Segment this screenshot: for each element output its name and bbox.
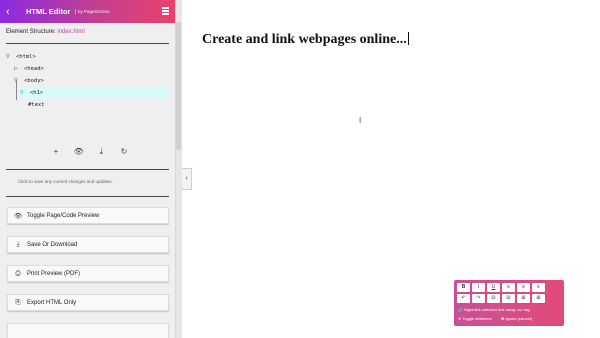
printer-icon: ⎙ [15, 269, 21, 277]
toggle-attributes-label: Toggle attributes [462, 316, 492, 321]
table-button[interactable]: ⊞ [532, 294, 545, 303]
toggle-preview-button[interactable]: 👁 Toggle Page/Code Preview [7, 207, 169, 224]
undo-button[interactable]: ↶ [457, 294, 470, 303]
sidebar: ‹ HTML Editor | by PageSection Element S… [0, 0, 176, 338]
current-file-name[interactable]: index.html [57, 29, 84, 35]
button-label: Export HTML Only [27, 299, 77, 306]
element-structure-label: Element Structure: [6, 29, 56, 35]
title-separator: | [74, 8, 77, 15]
menu-icon[interactable] [162, 7, 169, 15]
sidebar-scrollbar[interactable] [176, 22, 181, 150]
ignore-option[interactable]: ✖ Ignore (cancel) [501, 316, 532, 321]
button-label: Save Or Download [27, 241, 78, 248]
italic-button[interactable]: I [472, 283, 485, 292]
app-byline: by PageSection [78, 9, 110, 14]
image-button[interactable]: ⊞ [517, 294, 530, 303]
text-cursor-icon: I [359, 116, 362, 125]
app-title: HTML Editor [26, 7, 71, 16]
save-hint: Click to save any current changes and up… [18, 179, 113, 184]
redo-button[interactable]: ↷ [472, 294, 485, 303]
export-icon: ⎘ [15, 298, 21, 306]
editor-header: ‹ HTML Editor | by PageSection [0, 0, 175, 23]
tree-node-head[interactable]: ▷ <head> [14, 64, 169, 74]
heading-text: Create and link webpages online... [202, 32, 407, 47]
tree-node-label: <head> [24, 66, 44, 72]
tree-node-label: <h1> [30, 90, 44, 96]
hyperlink-label: Hyperlink selected text using <a> tag [464, 307, 530, 312]
list-button[interactable]: ⊟ [487, 294, 500, 303]
hyperlink-option[interactable]: 🔗 Hyperlink selected text using <a> tag [458, 307, 530, 312]
underline-button[interactable]: U [487, 283, 500, 292]
button-label: Print Preview (PDF) [27, 270, 81, 277]
tree-node-text[interactable]: #text [28, 100, 169, 110]
eye-icon: 👁 [14, 212, 23, 220]
format-palette: B I U ≡ ≡ ≡ ↶ ↷ ⊟ ⊟ ⊞ ⊞ 🔗 Hyperlink sele… [454, 280, 564, 326]
add-icon[interactable]: + [50, 146, 62, 158]
export-html-button[interactable]: ⎘ Export HTML Only [7, 294, 169, 311]
element-tree: ▽<html> ▷<head> ▽<body> ▽<h1> #text [6, 52, 169, 110]
align-left-button[interactable]: ≡ [502, 283, 515, 292]
back-icon[interactable]: ‹ [6, 6, 18, 18]
button-label: Toggle Page/Code Preview [27, 212, 100, 219]
format-row: ↶ ↷ ⊟ ⊟ ⊞ ⊞ [457, 294, 547, 303]
expand-icon[interactable]: ▽ [20, 88, 30, 98]
print-preview-button[interactable]: ⎙ Print Preview (PDF) [7, 265, 169, 282]
element-structure-heading: Element Structure: index.html [0, 23, 175, 35]
bold-button[interactable]: B [457, 283, 470, 292]
format-row: B I U ≡ ≡ ≡ [457, 283, 547, 292]
tree-toolbar: + 👁 ⤓ ↻ [50, 146, 130, 158]
tree-node-html[interactable]: ▽ <html> [6, 52, 169, 62]
palette-actions: ➤ Toggle attributes ✖ Ignore (cancel) [458, 316, 532, 321]
expand-icon[interactable]: ▽ [6, 52, 16, 62]
align-center-button[interactable]: ≡ [517, 283, 530, 292]
save-download-button[interactable]: ⤓ Save Or Download [7, 236, 169, 253]
eye-icon[interactable]: 👁 [73, 146, 85, 158]
tree-guide-line [16, 80, 17, 100]
expand-icon[interactable]: ▷ [14, 64, 24, 74]
tree-node-label: <html> [16, 54, 36, 60]
tree-node-h1[interactable]: ▽ <h1> [20, 88, 169, 98]
sidebar-button-partial[interactable] [7, 323, 169, 338]
refresh-icon[interactable]: ↻ [118, 146, 130, 158]
tree-node-label: #text [28, 102, 45, 108]
tree-node-body[interactable]: ▽<body> [14, 76, 169, 86]
toggle-attributes-option[interactable]: ➤ Toggle attributes [458, 316, 492, 321]
preview-heading[interactable]: Create and link webpages online... [202, 32, 409, 48]
divider [6, 169, 169, 170]
list-button[interactable]: ⊟ [502, 294, 515, 303]
align-right-button[interactable]: ≡ [532, 283, 545, 292]
divider [6, 43, 169, 44]
text-caret [407, 32, 409, 45]
tree-node-label: <body> [24, 78, 44, 84]
download-icon: ⤓ [16, 240, 20, 248]
download-icon[interactable]: ⤓ [95, 146, 107, 158]
ignore-label: Ignore (cancel) [505, 316, 533, 321]
divider [6, 196, 169, 197]
